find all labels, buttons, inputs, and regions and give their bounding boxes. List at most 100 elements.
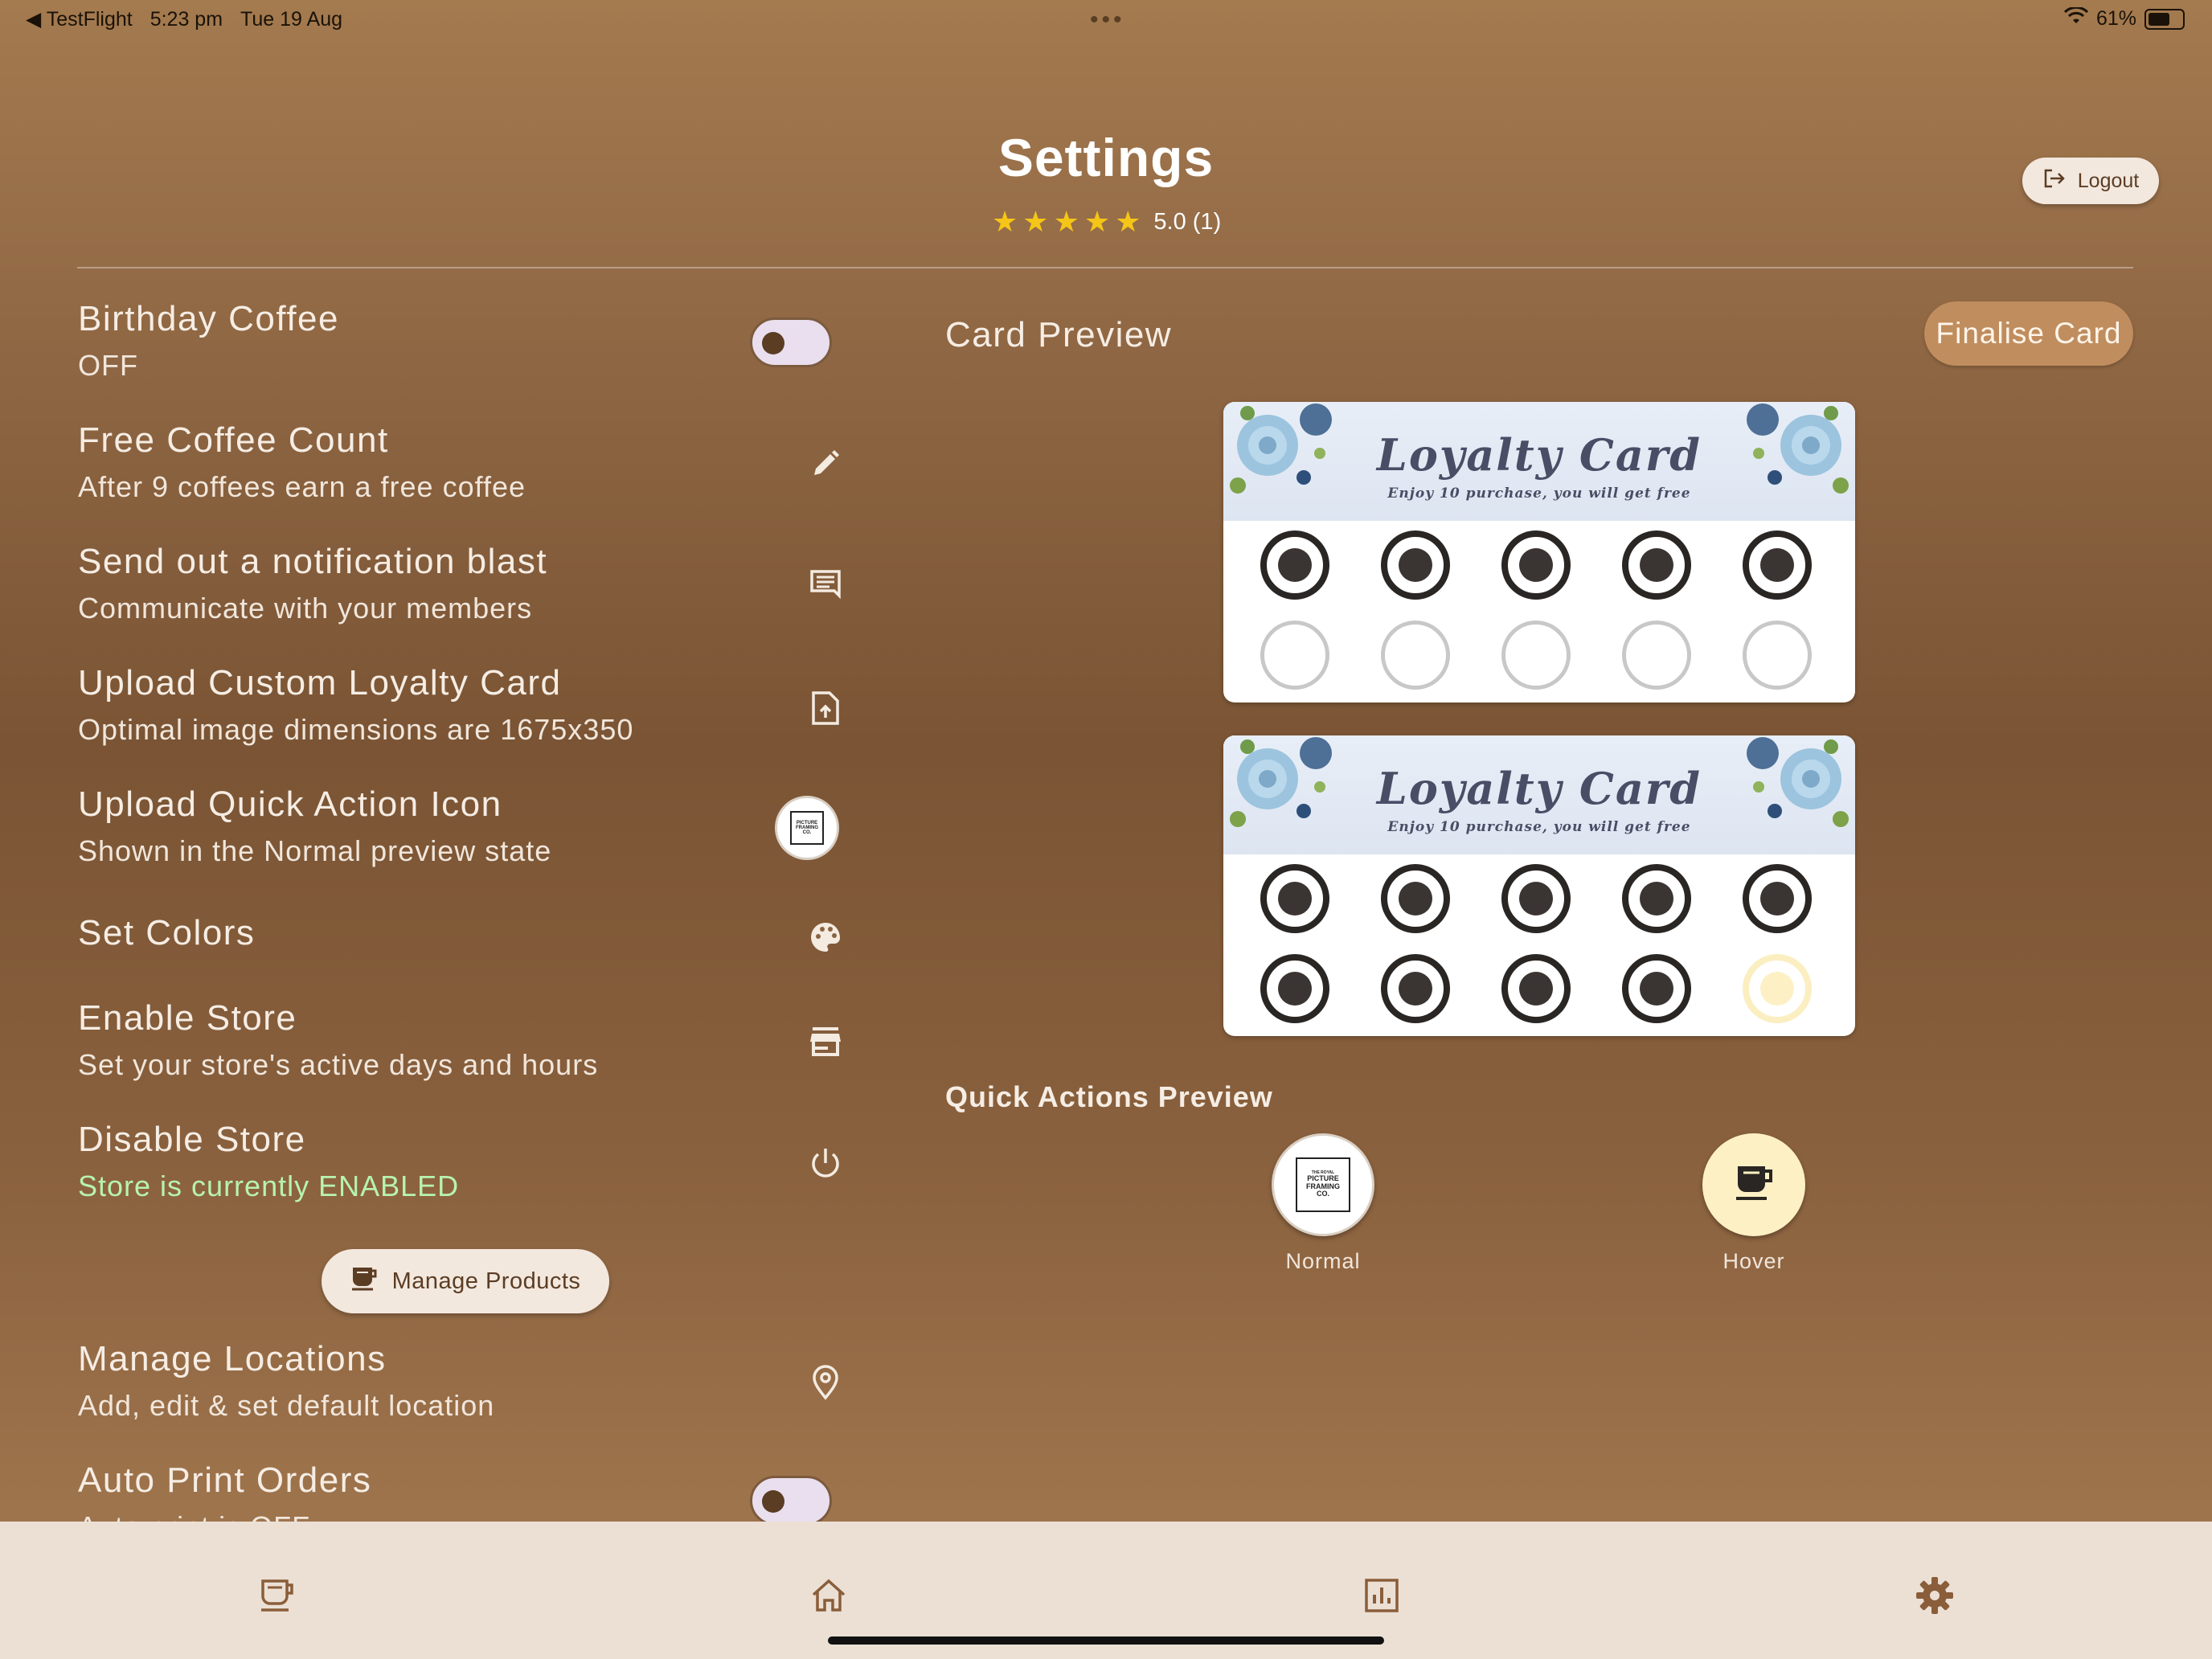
stamp-filled (1501, 954, 1571, 1023)
multitasking-dots-icon[interactable]: ••• (1090, 6, 1125, 34)
setting-title: Set Colors (78, 913, 256, 952)
loyalty-card-title: Loyalty Card (1376, 763, 1702, 814)
stamp-filled (1743, 864, 1812, 933)
coffee-cup-icon (350, 1265, 378, 1297)
back-to-app-link[interactable]: ◀ TestFlight (26, 7, 133, 31)
loyalty-card-banner: Loyalty Card Enjoy 10 purchase, you will… (1223, 402, 1855, 521)
status-date: Tue 19 Aug (240, 7, 342, 31)
auto-print-toggle[interactable] (750, 1476, 832, 1526)
setting-enable-store[interactable]: Enable Store Set your store's active day… (78, 998, 850, 1082)
stamp-filled (1622, 530, 1691, 600)
nav-settings-gear-icon[interactable] (1907, 1567, 1963, 1624)
setting-title: Send out a notification blast (78, 542, 548, 581)
birthday-coffee-toggle[interactable] (750, 317, 832, 367)
card-preview-title: Card Preview (945, 315, 1173, 354)
logout-icon (2042, 168, 2067, 195)
setting-subtitle: Shown in the Normal preview state (78, 834, 552, 867)
loyalty-card-subtitle: Enjoy 10 purchase, you will get free (1387, 819, 1691, 835)
setting-birthday-coffee[interactable]: Birthday Coffee OFF (78, 299, 850, 383)
nav-home-icon[interactable] (801, 1567, 857, 1624)
setting-subtitle: Add, edit & set default location (78, 1389, 495, 1422)
loyalty-card-title: Loyalty Card (1376, 429, 1702, 481)
power-icon[interactable] (801, 1139, 850, 1187)
setting-title: Upload Quick Action Icon (78, 784, 502, 824)
stamp-empty (1260, 621, 1329, 690)
setting-title: Disable Store (78, 1120, 306, 1159)
stamp-filled (1381, 864, 1450, 933)
setting-manage-locations[interactable]: Manage Locations Add, edit & set default… (78, 1339, 850, 1423)
quick-action-hover-preview[interactable] (1702, 1133, 1805, 1236)
nav-chart-icon[interactable] (1354, 1567, 1410, 1624)
stamp-filled (1743, 530, 1812, 600)
setting-subtitle: After 9 coffees earn a free coffee (78, 470, 526, 503)
quick-action-hover-label: Hover (1722, 1249, 1785, 1273)
quick-action-normal-label: Normal (1285, 1249, 1361, 1273)
file-upload-icon[interactable] (801, 684, 850, 732)
stamp-empty (1381, 621, 1450, 690)
store-logo: THE ROYAL PICTURE FRAMING CO. (1296, 1157, 1350, 1212)
stamp-filled (1501, 530, 1571, 600)
header-divider (77, 267, 2133, 268)
stamp-filled (1260, 864, 1329, 933)
setting-set-colors[interactable]: Set Colors (78, 913, 850, 953)
star-icon: ★ (1022, 205, 1049, 238)
finalise-card-button[interactable]: Finalise Card (1924, 301, 2133, 366)
pencil-icon[interactable] (801, 440, 850, 488)
home-indicator[interactable] (828, 1636, 1384, 1645)
stamp-filled (1260, 530, 1329, 600)
setting-upload-quick-action-icon[interactable]: Upload Quick Action Icon Shown in the No… (78, 784, 850, 868)
stamp-filled (1622, 864, 1691, 933)
star-icon: ★ (1083, 205, 1111, 238)
stamp-empty (1622, 621, 1691, 690)
setting-title: Enable Store (78, 998, 297, 1038)
page-title: Settings (997, 128, 1215, 187)
coffee-cup-icon (1733, 1163, 1775, 1207)
setting-free-coffee-count[interactable]: Free Coffee Count After 9 coffees earn a… (78, 420, 850, 504)
star-icon: ★ (1053, 205, 1079, 238)
setting-subtitle: Auto print is OFF (78, 1510, 850, 1522)
store-logo: PICTURE FRAMING CO. (790, 811, 824, 845)
message-icon[interactable] (801, 561, 850, 609)
nav-orders-coffee-icon[interactable] (249, 1567, 305, 1624)
setting-title: Free Coffee Count (78, 420, 389, 460)
star-icon: ★ (992, 205, 1018, 238)
setting-disable-store[interactable]: Disable Store Store is currently ENABLED (78, 1120, 850, 1203)
stamp-filled (1622, 954, 1691, 1023)
stamp-filled (1501, 864, 1571, 933)
stamp-filled (1260, 954, 1329, 1023)
store-status-text: Store is currently ENABLED (78, 1169, 460, 1202)
setting-subtitle: Optimal image dimensions are 1675x350 (78, 713, 634, 746)
stamp-empty (1743, 621, 1812, 690)
wifi-icon (2063, 6, 2089, 31)
active-tab-indicator (1881, 1522, 1993, 1543)
quick-action-normal-preview[interactable]: THE ROYAL PICTURE FRAMING CO. (1272, 1133, 1374, 1236)
setting-auto-print-orders[interactable]: Auto Print Orders Auto print is OFF (78, 1460, 850, 1522)
store-icon[interactable] (801, 1018, 850, 1066)
store-rating: ★ ★ ★ ★ ★ 5.0 (1) (992, 207, 1221, 236)
status-time: 5:23 pm (150, 7, 223, 31)
setting-title: Upload Custom Loyalty Card (78, 663, 562, 703)
rating-value: 5.0 (1) (1153, 208, 1222, 235)
loyalty-card-banner: Loyalty Card Enjoy 10 purchase, you will… (1223, 735, 1855, 854)
setting-notification-blast[interactable]: Send out a notification blast Communicat… (78, 542, 850, 625)
logout-button[interactable]: Logout (2022, 158, 2159, 204)
status-bar: ◀ TestFlight 5:23 pm Tue 19 Aug ••• 61% (0, 0, 2212, 40)
location-pin-icon[interactable] (801, 1358, 850, 1407)
setting-subtitle: Set your store's active days and hours (78, 1048, 599, 1081)
quick-actions-title: Quick Actions Preview (945, 1080, 1273, 1113)
stamp-empty (1501, 621, 1571, 690)
manage-products-button[interactable]: Manage Products (322, 1249, 609, 1313)
stamp-filled (1381, 954, 1450, 1023)
setting-title: Birthday Coffee (78, 299, 339, 338)
stamp-hover (1743, 954, 1812, 1023)
setting-title: Manage Locations (78, 1339, 387, 1378)
palette-icon[interactable] (801, 913, 850, 961)
setting-upload-loyalty-card[interactable]: Upload Custom Loyalty Card Optimal image… (78, 663, 850, 747)
quick-action-avatar[interactable]: PICTURE FRAMING CO. (775, 796, 839, 860)
setting-subtitle: OFF (78, 349, 138, 382)
battery-icon (2144, 8, 2185, 30)
battery-percent: 61% (2095, 7, 2136, 30)
loyalty-card-preview-complete: Loyalty Card Enjoy 10 purchase, you will… (1223, 735, 1855, 1036)
star-icon: ★ (1115, 205, 1141, 238)
loyalty-card-subtitle: Enjoy 10 purchase, you will get free (1387, 485, 1691, 502)
